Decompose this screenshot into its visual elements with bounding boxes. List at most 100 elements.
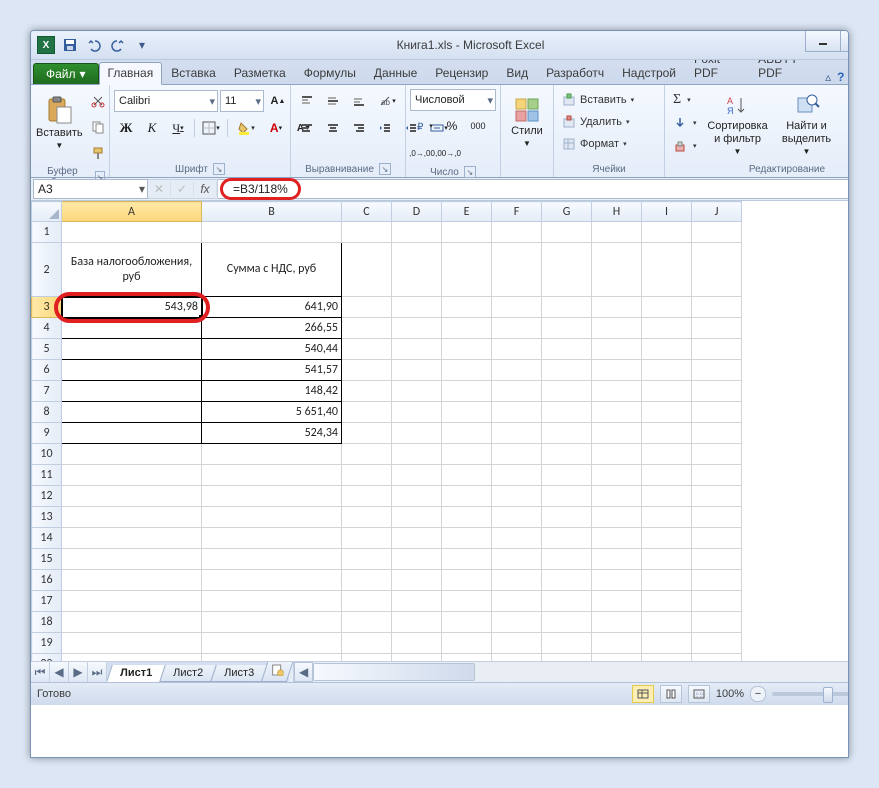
align-right-icon[interactable] [347,116,371,140]
cell[interactable] [692,549,742,570]
cell[interactable] [202,591,342,612]
accounting-format-icon[interactable]: ₽▾ [410,114,438,138]
cell[interactable] [642,360,692,381]
cell[interactable] [392,654,442,662]
orientation-icon[interactable]: ab▾ [373,89,401,113]
cell[interactable] [442,222,492,243]
cell[interactable] [492,528,542,549]
cell[interactable] [62,633,202,654]
cell[interactable] [342,318,392,339]
cell[interactable] [692,444,742,465]
paste-button[interactable]: Вставить▼ [35,87,84,157]
cell[interactable] [342,570,392,591]
cells-format-button[interactable]: Формат▾ [558,133,631,155]
cell[interactable] [692,318,742,339]
cell[interactable] [692,633,742,654]
qat-customize-icon[interactable]: ▾ [133,36,151,54]
cell[interactable] [492,549,542,570]
cell[interactable] [542,243,592,297]
cell[interactable] [542,360,592,381]
align-top-icon[interactable] [295,89,319,113]
cell[interactable] [202,570,342,591]
tab-home[interactable]: Главная [99,62,163,85]
cell[interactable] [392,222,442,243]
cell[interactable] [442,612,492,633]
cell[interactable] [542,612,592,633]
cell[interactable] [492,654,542,662]
cell[interactable] [442,654,492,662]
cell[interactable] [442,360,492,381]
column-header[interactable]: H [592,202,642,222]
ribbon-minimize-icon[interactable]: ▵ [825,70,831,84]
cell[interactable] [202,612,342,633]
cell[interactable] [62,486,202,507]
formula-input[interactable]: =B3/118% ⌄ [218,179,849,199]
cell[interactable] [392,591,442,612]
align-center-icon[interactable] [321,116,345,140]
cell[interactable] [692,570,742,591]
row-header[interactable]: 11 [32,465,62,486]
cell[interactable] [592,612,642,633]
decrease-decimal-icon[interactable]: ,00→,0 [436,141,460,165]
cell[interactable] [442,339,492,360]
cell[interactable] [592,222,642,243]
window-minimize-button[interactable] [805,31,841,52]
sort-filter-button[interactable]: АЯ Сортировка и фильтр▼ [705,89,771,159]
cell[interactable] [62,528,202,549]
cell[interactable] [202,222,342,243]
cell[interactable] [492,381,542,402]
cell[interactable] [342,549,392,570]
cell[interactable] [492,507,542,528]
file-tab[interactable]: Файл▾ [33,63,99,84]
cell[interactable] [492,402,542,423]
cell[interactable] [492,360,542,381]
cell[interactable] [542,318,592,339]
insert-function-icon[interactable]: fx [194,182,217,196]
tab-nav-prev-icon[interactable]: ◀ [50,662,69,682]
name-box-dropdown-icon[interactable]: ▾ [139,182,145,196]
sheet-tab[interactable]: Лист1 [106,665,166,682]
tab-addins[interactable]: Надстрой [613,62,685,84]
cell[interactable] [542,423,592,444]
cell[interactable] [642,465,692,486]
row-header[interactable]: 16 [32,570,62,591]
cell[interactable] [592,507,642,528]
cell[interactable] [62,402,202,423]
cell[interactable] [642,654,692,662]
cell[interactable] [642,318,692,339]
cells-delete-button[interactable]: Удалить▾ [558,111,634,133]
cell[interactable] [492,339,542,360]
cell[interactable] [542,402,592,423]
styles-button[interactable]: Стили▼ [505,87,549,157]
new-sheet-button[interactable] [261,662,293,682]
cell[interactable] [392,381,442,402]
qat-save-icon[interactable] [61,36,79,54]
cell[interactable] [202,507,342,528]
font-size-combo[interactable]: 11▾ [220,90,264,112]
cell[interactable] [342,360,392,381]
cell[interactable] [392,339,442,360]
cell[interactable] [342,486,392,507]
align-left-icon[interactable] [295,116,319,140]
number-format-combo[interactable]: Числовой▾ [410,89,496,111]
column-header[interactable]: B [202,202,342,222]
row-header[interactable]: 12 [32,486,62,507]
row-header[interactable]: 8 [32,402,62,423]
cell[interactable] [542,339,592,360]
cell[interactable] [592,297,642,318]
cell[interactable] [642,222,692,243]
cell[interactable] [442,318,492,339]
zoom-slider[interactable] [772,692,849,696]
row-header[interactable]: 10 [32,444,62,465]
cell[interactable] [392,549,442,570]
decrease-indent-icon[interactable] [373,116,397,140]
cell[interactable] [392,570,442,591]
cell[interactable] [592,444,642,465]
cell[interactable] [492,612,542,633]
bold-icon[interactable]: Ж [114,116,138,140]
cell[interactable] [62,570,202,591]
cell[interactable] [342,612,392,633]
cell[interactable] [202,549,342,570]
cell[interactable] [592,318,642,339]
cell[interactable] [392,402,442,423]
